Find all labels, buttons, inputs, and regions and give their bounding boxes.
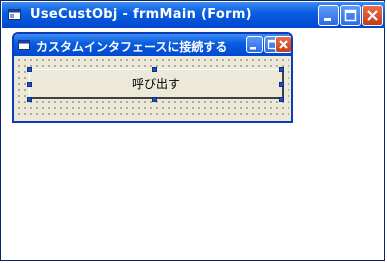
close-button[interactable] [362,5,383,26]
minimize-button[interactable] [318,5,339,26]
form-window: カスタムインタフェースに接続する 呼び出す [12,32,293,123]
form-title-bar[interactable]: カスタムインタフェースに接続する [14,34,291,56]
form-icon [8,9,21,20]
form-icon [18,40,30,50]
resize-handle-bottom[interactable] [152,97,157,102]
resize-handle-top-right[interactable] [279,67,284,72]
minimize-icon [250,47,256,50]
resize-handle-bottom-left[interactable] [27,97,32,102]
designer-window: UseCustObj - frmMain (Form) カスタムインタフェースに… [0,0,385,261]
resize-handle-right[interactable] [279,82,284,87]
designer-title: UseCustObj - frmMain (Form) [30,7,252,22]
call-button[interactable]: 呼び出す [29,69,284,99]
form-design-surface[interactable]: 呼び出す [16,57,289,119]
maximize-button[interactable] [340,5,361,26]
form-title: カスタムインタフェースに接続する [36,40,228,54]
resize-handle-bottom-right[interactable] [279,97,284,102]
designer-title-bar[interactable]: UseCustObj - frmMain (Form) [2,2,385,28]
minimize-icon [324,18,331,21]
form-minimize-button[interactable] [246,36,263,53]
resize-handle-top-left[interactable] [27,67,32,72]
form-close-button[interactable] [275,36,291,53]
close-icon [279,40,288,49]
resize-handle-left[interactable] [27,82,32,87]
maximize-icon [344,9,357,22]
resize-handle-top[interactable] [152,67,157,72]
close-icon [367,10,378,21]
